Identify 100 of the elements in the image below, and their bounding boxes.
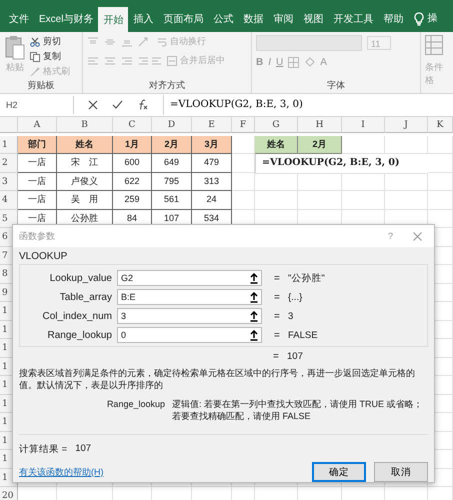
empty-cell [385,191,428,210]
row-header[interactable]: 1 [0,136,18,154]
argument-label: Table_array [58,292,113,302]
argument-field[interactable]: G2 [117,270,262,286]
name-box[interactable]: H2 [2,96,74,114]
ribbon-tab[interactable]: 开始 [98,7,128,32]
ribbon-tab[interactable]: 视图 [298,7,328,31]
empty-cell [232,154,255,172]
table-cell: 部门 [18,136,57,154]
column-header[interactable]: H [298,117,342,133]
table-cell: 吴 用 [57,191,113,210]
equals-sign: = [274,310,281,322]
copy-button[interactable]: 复制 [30,50,70,63]
borders-icon[interactable] [288,57,300,68]
align-middle-icon[interactable] [104,36,116,46]
align-top-icon[interactable] [87,36,99,46]
table-cell: 一店 [18,191,57,210]
wrap-icon [157,36,167,46]
table-cell: 一店 [18,172,57,191]
group-label: 对齐方式 [149,79,185,92]
align-center-icon[interactable] [104,56,116,66]
empty-cell [232,191,255,210]
table-cell: 2月 [152,136,192,154]
column-header[interactable]: D [152,117,192,133]
formula-field[interactable]: =VLOOKUP(G2, B:E, 3, 0) [163,95,453,115]
ribbon-tab[interactable]: 文件 [4,7,34,31]
align-left-icon[interactable] [87,56,99,66]
result-value: 107 [75,443,92,456]
indent-icon[interactable] [138,56,162,66]
equals-sign: = [274,272,281,284]
column-header[interactable]: I [342,117,385,133]
ribbon-tab[interactable]: 数据 [238,7,268,31]
table-cell: 宋 江 [57,154,113,172]
column-header[interactable]: J [385,117,428,133]
column-header[interactable]: F [232,117,255,133]
empty-cell [342,191,385,210]
lightbulb-icon[interactable] [414,12,424,26]
ribbon-tab[interactable]: 帮助 [378,7,408,31]
empty-cell [428,154,453,172]
empty-cell [385,172,428,191]
empty-cell [428,136,453,154]
ribbon-tab[interactable]: 公式 [208,7,238,31]
result-label: 计算结果 = [19,443,68,456]
upload-arrow-icon[interactable] [250,272,258,284]
argument-field[interactable]: 0 [117,327,262,343]
table-cell: 卢俊义 [57,172,113,191]
argument-label: Range_lookup [46,330,113,340]
ribbon-tab[interactable]: 页面布局 [158,7,208,31]
empty-cell [342,172,385,191]
column-header[interactable]: B [57,117,113,133]
cancel-icon[interactable] [88,100,98,110]
column-header[interactable]: G [255,117,298,133]
column-header[interactable]: E [192,117,232,133]
ok-button[interactable]: 确定 [312,462,366,482]
check-icon[interactable] [112,100,123,110]
dialog-title: 函数参数 [19,230,56,242]
table-cell: 24 [192,191,232,210]
argument-result: 3 [288,310,294,322]
function-name: VLOOKUP [19,251,68,262]
row-header[interactable]: 2 [0,154,18,172]
empty-cell [255,191,298,210]
function-icon[interactable] [137,99,149,111]
column-header[interactable]: C [113,117,152,133]
table-cell: 一店 [18,154,57,172]
empty-cell [298,172,342,191]
align-right-icon[interactable] [121,56,133,66]
ribbon-tab[interactable]: 审阅 [268,7,298,31]
argument-field[interactable]: B:E [117,289,262,305]
row-header[interactable]: 20 [0,487,18,500]
select-all-button[interactable] [0,117,18,133]
argument-result: "公孙胜" [288,272,325,284]
row-header[interactable]: 3 [0,172,18,191]
column-header[interactable]: K [428,117,453,133]
help-link[interactable]: 有关该函数的帮助(H) [19,466,304,478]
upload-arrow-icon[interactable] [250,292,258,302]
table-cell: 姓名 [255,136,298,154]
column-header[interactable]: A [18,117,57,133]
upload-arrow-icon[interactable] [250,310,258,322]
empty-cell [428,172,453,191]
scissors-icon [30,36,40,46]
row-header[interactable]: 4 [0,191,18,210]
cut-button[interactable]: 剪切 [30,35,70,48]
font-name-field[interactable] [256,35,362,51]
ribbon-tab[interactable]: Excel与财务 [34,7,98,31]
table-cell: 3月 [192,136,232,154]
ribbon-tab[interactable]: 插入 [128,7,158,31]
equals-sign: = [274,330,281,340]
clipboard-icon [4,35,26,61]
ribbon-tab[interactable]: 开发工具 [328,7,378,31]
argument-field[interactable]: 3 [117,308,262,324]
empty-cell [385,136,428,154]
upload-arrow-icon[interactable] [250,330,258,340]
table-cell: 1月 [113,136,152,154]
conditional-format-icon[interactable] [425,35,443,55]
cancel-button[interactable]: 取消 [374,462,428,482]
equals-sign: = [273,351,280,362]
tell-me-text[interactable]: 操 [427,11,438,25]
close-icon[interactable] [413,232,422,240]
copy-icon [30,52,40,62]
fill-bucket-icon[interactable] [304,57,316,68]
